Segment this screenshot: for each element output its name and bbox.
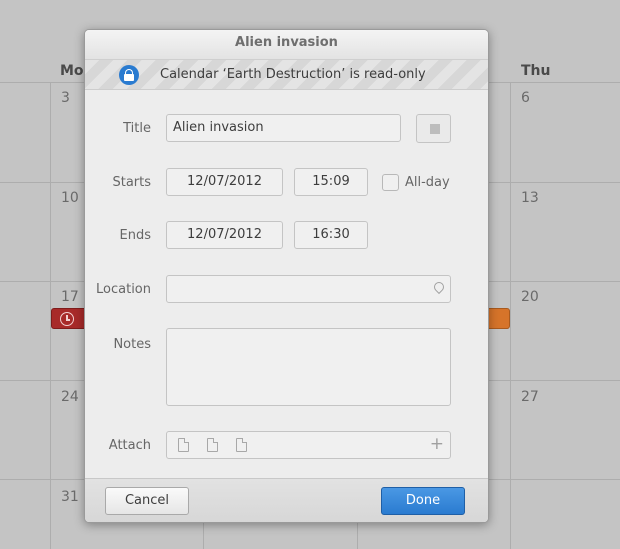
end-time-value: 16:30 [312, 227, 350, 242]
attachments-field[interactable]: + [166, 431, 451, 459]
day-cell-number[interactable]: 13 [521, 190, 539, 206]
lock-icon [119, 65, 139, 85]
title-field[interactable]: Alien invasion [166, 114, 401, 142]
day-cell-number[interactable]: 31 [61, 489, 79, 505]
grid-line [510, 82, 511, 549]
notes-label: Notes [113, 337, 151, 352]
color-swatch [430, 124, 440, 134]
map-pin-icon [431, 279, 447, 296]
day-header-monday: Mo [60, 63, 84, 79]
notes-textarea[interactable] [166, 328, 451, 406]
dialog-titlebar[interactable]: Alien invasion [85, 30, 488, 60]
document-icon[interactable] [236, 438, 247, 452]
day-header-thursday: Thu [521, 63, 551, 79]
day-cell-number[interactable]: 17 [61, 289, 79, 305]
dialog-footer: Cancel Done [85, 478, 488, 522]
done-button[interactable]: Done [381, 487, 465, 515]
all-day-checkbox[interactable] [382, 174, 399, 191]
day-cell-number[interactable]: 3 [61, 90, 70, 106]
day-cell-number[interactable]: 10 [61, 190, 79, 206]
title-label: Title [123, 121, 151, 136]
start-time-field[interactable]: 15:09 [294, 168, 368, 196]
all-day-label: All-day [405, 175, 450, 190]
start-date-value: 12/07/2012 [187, 174, 262, 189]
location-field[interactable] [166, 275, 451, 303]
day-cell-number[interactable]: 20 [521, 289, 539, 305]
day-cell-number[interactable]: 24 [61, 389, 79, 405]
attach-label: Attach [108, 438, 151, 453]
dialog-title: Alien invasion [235, 35, 338, 50]
read-only-message: Calendar ‘Earth Destruction’ is read-onl… [160, 67, 426, 82]
end-date-value: 12/07/2012 [187, 227, 262, 242]
calendar-color-button[interactable] [416, 114, 451, 143]
add-attachment-icon[interactable]: + [430, 434, 444, 454]
cancel-button[interactable]: Cancel [105, 487, 189, 515]
alarm-clock-icon [60, 312, 74, 326]
location-label: Location [96, 282, 151, 297]
start-date-field[interactable]: 12/07/2012 [166, 168, 283, 196]
document-icon[interactable] [207, 438, 218, 452]
event-bar-orange[interactable] [486, 308, 510, 329]
document-icon[interactable] [178, 438, 189, 452]
end-time-field[interactable]: 16:30 [294, 221, 368, 249]
day-cell-number[interactable]: 27 [521, 389, 539, 405]
read-only-infobar: Calendar ‘Earth Destruction’ is read-onl… [85, 60, 488, 90]
start-time-value: 15:09 [312, 174, 350, 189]
event-edit-dialog: Alien invasion Calendar ‘Earth Destructi… [84, 29, 489, 523]
ends-label: Ends [119, 228, 151, 243]
day-cell-number[interactable]: 6 [521, 90, 530, 106]
end-date-field[interactable]: 12/07/2012 [166, 221, 283, 249]
title-field-value: Alien invasion [173, 120, 264, 135]
starts-label: Starts [112, 175, 151, 190]
